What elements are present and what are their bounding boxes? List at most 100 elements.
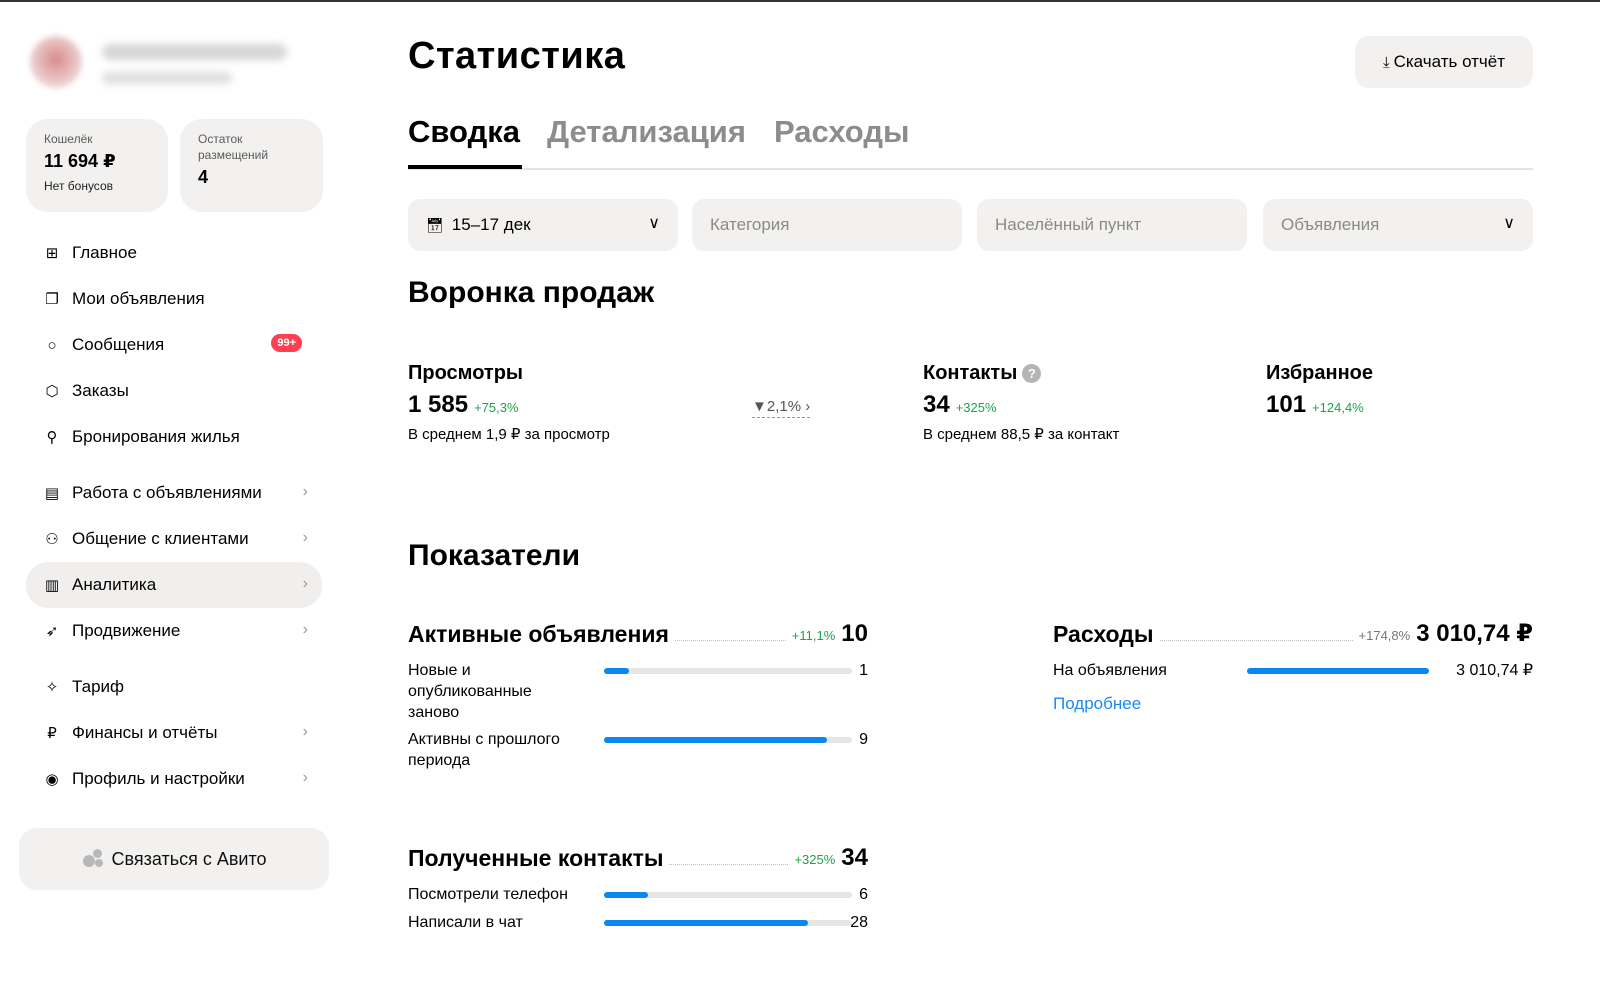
sidebar: Кошелёк 11 694 ₽ Нет бонусов Остаток раз… — [0, 2, 340, 1000]
sidebar-item-label: Бронирования жилья — [72, 427, 240, 446]
active-tab-indicator — [408, 165, 522, 169]
bar-label: Посмотрели телефон — [408, 886, 568, 903]
sidebar-item-bookings[interactable]: ⚲ Бронирования жилья — [26, 414, 322, 460]
tab-bar: Сводка Детализация Расходы — [408, 114, 1533, 170]
received-contacts-delta: +325% — [794, 852, 836, 867]
contacts-delta: +325% — [955, 400, 997, 415]
download-report-label: Скачать отчёт — [1393, 52, 1506, 71]
bar-value: 28 — [850, 914, 868, 931]
help-icon[interactable]: ? — [1022, 364, 1042, 383]
bar-track — [604, 668, 852, 674]
bar-fill — [604, 892, 648, 898]
favorites-value: 101 — [1266, 391, 1307, 418]
sidebar-item-label: Финансы и отчёты — [72, 723, 218, 742]
chevron-right-icon: › — [805, 398, 811, 415]
conversion-rate[interactable]: ▼2,1% › — [752, 398, 811, 418]
bar-fill — [1247, 668, 1429, 674]
wallet-label: Кошелёк — [44, 132, 93, 146]
bar-track — [604, 920, 852, 926]
profile-name-blurred — [102, 44, 287, 60]
sidebar-item-orders[interactable]: ⬡ Заказы — [26, 368, 322, 414]
received-contacts-label: Полученные контакты — [408, 845, 664, 871]
remaining-placements-card[interactable]: Остаток размещений 4 — [180, 119, 323, 212]
chevron-right-icon: › — [302, 769, 308, 786]
bar-label: На объявления — [1053, 662, 1167, 679]
bar-value: 1 — [859, 662, 868, 679]
grid-icon: ⊞ — [45, 245, 59, 262]
main-content: Статистика ⤓ Скачать отчёт Сводка Детали… — [408, 2, 1533, 1000]
bar-row: Активны с прошлого периода 9 — [408, 729, 868, 773]
bar-row: Написали в чат 28 — [408, 912, 868, 940]
chevron-down-icon: ∨ — [1503, 215, 1515, 232]
expenses-label: Расходы — [1053, 621, 1154, 647]
views-delta: +75,3% — [474, 400, 519, 415]
contact-avito-label: Связаться с Авито — [111, 848, 267, 869]
chevron-right-icon: › — [302, 483, 308, 500]
chevron-right-icon: › — [302, 621, 308, 638]
profile-rating-blurred — [102, 72, 232, 84]
views-note: В среднем 1,9 ₽ за просмотр — [408, 426, 610, 443]
more-details-link[interactable]: Подробнее — [1053, 694, 1141, 714]
remaining-value: 4 — [198, 167, 209, 187]
tab-details[interactable]: Детализация — [547, 114, 746, 150]
sidebar-item-my-ads[interactable]: ❐ Мои объявления — [26, 276, 322, 322]
unread-badge: 99+ — [271, 334, 302, 352]
sidebar-item-messages[interactable]: ○ Сообщения 99+ — [26, 322, 322, 368]
category-input[interactable]: Категория — [692, 199, 962, 251]
active-ads-delta: +11,1% — [791, 628, 836, 643]
tab-expenses[interactable]: Расходы — [774, 114, 910, 150]
ads-select[interactable]: Объявления ∨ — [1263, 199, 1533, 251]
sidebar-item-label: Сообщения — [72, 335, 165, 354]
favorites-metric: Избранное 101 +124,4% — [1266, 362, 1373, 419]
contact-avito-button[interactable]: Связаться с Авито — [19, 828, 329, 890]
chevron-right-icon: › — [302, 723, 308, 740]
wallet-card[interactable]: Кошелёк 11 694 ₽ Нет бонусов — [26, 119, 168, 212]
sidebar-item-label: Работа с объявлениями — [72, 483, 262, 502]
bar-row: Новые и опубликованные заново 1 — [408, 660, 868, 724]
sidebar-item-label: Заказы — [72, 381, 129, 400]
date-range-select[interactable]: 📅︎ 15–17 дек ∨ — [408, 199, 678, 251]
expenses-delta: +174,8% — [1358, 628, 1411, 643]
sidebar-item-main[interactable]: ⊞ Главное — [26, 230, 322, 276]
bar-track — [604, 892, 852, 898]
expenses-value: 3 010,74 ₽ — [1416, 620, 1533, 647]
sidebar-item-finance[interactable]: ₽ Финансы и отчёты › — [26, 710, 322, 756]
bar-row: Посмотрели телефон 6 — [408, 884, 868, 912]
sidebar-item-analytics[interactable]: ▥ Аналитика › — [26, 562, 322, 608]
bar-value: 6 — [859, 886, 868, 903]
wallet-bonus-note: Нет бонусов — [44, 179, 113, 193]
bar-label: Написали в чат — [408, 914, 523, 931]
date-range-value: 15–17 дек — [451, 215, 531, 234]
chevron-down-icon: ∨ — [648, 215, 660, 232]
sidebar-item-ad-management[interactable]: ▤ Работа с объявлениями › — [26, 470, 322, 516]
tab-summary[interactable]: Сводка — [408, 114, 520, 150]
people-icon: ⚇ — [45, 531, 59, 548]
funnel-title: Воронка продаж — [408, 276, 655, 309]
city-input[interactable]: Населённый пункт — [977, 199, 1247, 251]
indicators-title: Показатели — [408, 539, 581, 572]
views-metric: Просмотры 1 585 +75,3% В среднем 1,9 ₽ з… — [408, 362, 610, 443]
sidebar-item-profile-settings[interactable]: ◉ Профиль и настройки › — [26, 756, 322, 802]
sidebar-item-label: Главное — [72, 243, 137, 262]
download-report-button[interactable]: ⤓ Скачать отчёт — [1355, 36, 1533, 88]
favorites-label: Избранное — [1266, 362, 1374, 384]
contacts-metric: Контакты ? 34 +325% В среднем 88,5 ₽ за … — [923, 362, 1119, 443]
views-value: 1 585 — [408, 391, 469, 418]
copy-icon: ❐ — [45, 291, 59, 308]
box-icon: ⬡ — [45, 383, 59, 400]
sidebar-item-tariff[interactable]: ✧ Тариф — [26, 664, 322, 710]
conversion-value: 2,1% — [766, 398, 802, 415]
avatar[interactable] — [30, 36, 82, 88]
sidebar-item-customer-communication[interactable]: ⚇ Общение с клиентами › — [26, 516, 322, 562]
sidebar-item-promotion[interactable]: ➶ Продвижение › — [26, 608, 322, 654]
received-contacts-value: 34 — [841, 844, 868, 871]
sidebar-item-label: Профиль и настройки — [72, 769, 245, 788]
funnel-icon: ▼ — [752, 398, 767, 415]
sidebar-item-label: Тариф — [72, 677, 125, 696]
sidebar-item-label: Общение с клиентами — [72, 529, 249, 548]
active-ads-block: Активные объявления +11,1% 10 Новые и оп… — [408, 614, 868, 773]
chart-icon: ▥ — [44, 577, 60, 594]
profile-header[interactable] — [30, 36, 300, 100]
chat-icon: ○ — [47, 336, 57, 354]
profile-icon: ◉ — [45, 771, 59, 788]
